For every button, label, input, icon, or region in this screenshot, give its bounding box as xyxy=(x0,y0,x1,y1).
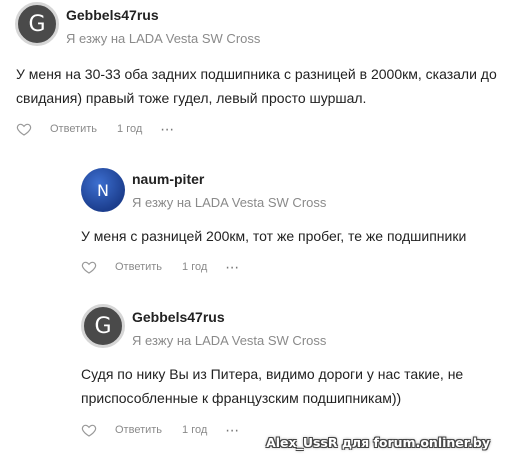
comment-actions: Ответить 1 год ⋯ xyxy=(81,422,240,438)
avatar[interactable]: G xyxy=(81,304,125,348)
more-icon[interactable]: ⋯ xyxy=(225,260,240,274)
comment-text: Судя по нику Вы из Питера, видимо дороги… xyxy=(81,366,464,406)
avatar[interactable]: N xyxy=(81,168,125,212)
comment-text: У меня на 30-33 оба задних подшипника с … xyxy=(16,66,497,106)
heart-icon[interactable] xyxy=(81,422,97,438)
watermark: Alex_UssR для forum.onliner.by xyxy=(266,435,490,450)
comment-time: 1 год xyxy=(182,261,208,273)
author-name[interactable]: Gebbels47rus xyxy=(66,7,159,23)
reply-button[interactable]: Ответить xyxy=(115,261,162,273)
author-name[interactable]: Gebbels47rus xyxy=(132,309,225,325)
comment-time: 1 год xyxy=(117,123,143,135)
comment-actions: Ответить 1 год ⋯ xyxy=(81,259,240,275)
heart-icon[interactable] xyxy=(16,121,32,137)
author-name[interactable]: naum-piter xyxy=(132,171,204,187)
heart-icon[interactable] xyxy=(81,259,97,275)
author-car: Я езжу на LADA Vesta SW Cross xyxy=(132,195,327,210)
comment-text: У меня с разницей 200км, тот же пробег, … xyxy=(81,228,467,244)
author-car: Я езжу на LADA Vesta SW Cross xyxy=(66,31,261,46)
more-icon[interactable]: ⋯ xyxy=(160,122,175,136)
comment-actions: Ответить 1 год ⋯ xyxy=(16,121,175,137)
avatar[interactable]: G xyxy=(15,2,59,46)
comment-time: 1 год xyxy=(182,424,208,436)
more-icon[interactable]: ⋯ xyxy=(225,423,240,437)
author-car: Я езжу на LADA Vesta SW Cross xyxy=(132,333,327,348)
reply-button[interactable]: Ответить xyxy=(115,424,162,436)
reply-button[interactable]: Ответить xyxy=(50,123,97,135)
